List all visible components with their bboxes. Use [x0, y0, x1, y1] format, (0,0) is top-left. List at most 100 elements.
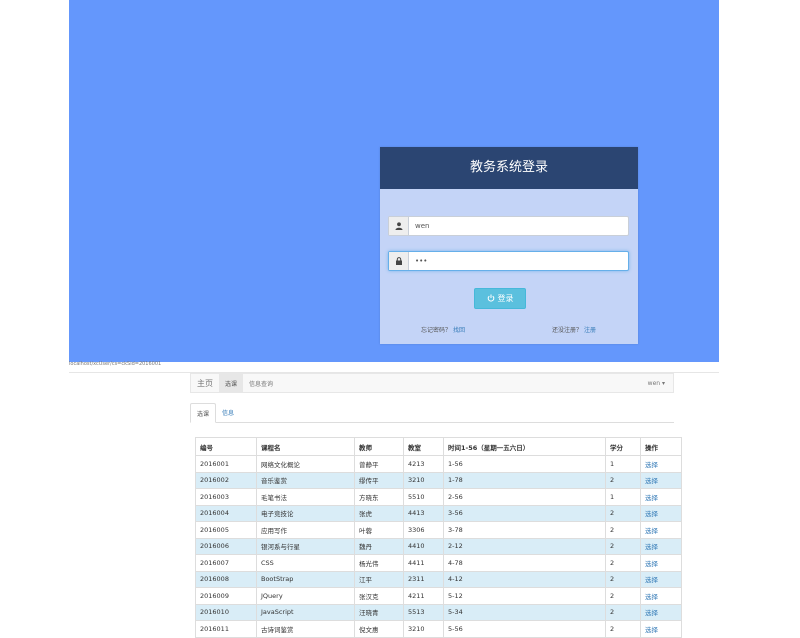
- select-link[interactable]: 选择: [640, 537, 682, 555]
- cell-course: 电子竞技论: [256, 504, 355, 522]
- cell-id: 2016008: [195, 570, 257, 588]
- login-title: 教务系统登录: [380, 147, 638, 189]
- cell-room: 4211: [403, 587, 444, 605]
- cell-teacher: 缪传平: [354, 471, 404, 489]
- header-credit: 学分: [605, 437, 641, 456]
- forgot-label: 忘记密码？: [421, 327, 452, 334]
- header-id: 编号: [195, 437, 257, 456]
- cell-teacher: 叶蓉: [354, 521, 404, 539]
- login-button-label: 登录: [497, 294, 514, 303]
- user-menu[interactable]: wen ▾: [648, 380, 673, 387]
- tab-bar: 选课 信息: [190, 403, 674, 423]
- cell-teacher: 张汉克: [354, 587, 404, 605]
- cell-credit: 2: [605, 537, 641, 555]
- header-room: 教室: [403, 437, 444, 456]
- cell-id: 2016002: [195, 471, 257, 489]
- power-icon: [487, 294, 495, 304]
- cell-room: 3210: [403, 620, 444, 638]
- tab-info[interactable]: 信息: [216, 403, 240, 421]
- nav-item-info-query[interactable]: 信息查询: [243, 374, 279, 392]
- cell-room: 5513: [403, 603, 444, 621]
- login-screen: 教务系统登录 登录 忘记密码？ 找回 还没注册？ 注册: [69, 0, 719, 362]
- cell-credit: 1: [605, 488, 641, 506]
- select-link[interactable]: 选择: [640, 554, 682, 572]
- cell-time: 1-56: [443, 455, 606, 473]
- cell-credit: 2: [605, 620, 641, 638]
- cell-course: JavaScript: [256, 603, 355, 621]
- select-link[interactable]: 选择: [640, 620, 682, 638]
- cell-teacher: 魏丹: [354, 537, 404, 555]
- select-link[interactable]: 选择: [640, 570, 682, 588]
- select-link[interactable]: 选择: [640, 521, 682, 539]
- register-link[interactable]: 注册: [584, 327, 596, 334]
- table-row: 2016004 电子竞技论 张虎 4413 3-56 2 选择: [195, 504, 682, 522]
- cell-room: 3306: [403, 521, 444, 539]
- tab-course-select[interactable]: 选课: [190, 403, 217, 423]
- login-button[interactable]: 登录: [474, 288, 526, 309]
- table-header-row: 编号 课程名 教师 教室 时间1-56（星期一五六日） 学分 操作: [195, 437, 682, 456]
- cell-room: 4213: [403, 455, 444, 473]
- nav-item-course-select[interactable]: 选课: [219, 374, 244, 392]
- cell-room: 4411: [403, 554, 444, 572]
- cell-teacher: 杨光伟: [354, 554, 404, 572]
- select-link[interactable]: 选择: [640, 504, 682, 522]
- cell-room: 4410: [403, 537, 444, 555]
- navbar-brand[interactable]: 主页: [191, 378, 219, 389]
- table-row: 2016007 CSS 杨光伟 4411 4-78 2 选择: [195, 554, 682, 572]
- user-icon: [389, 217, 409, 235]
- cell-room: 3210: [403, 471, 444, 489]
- cell-teacher: 方晓东: [354, 488, 404, 506]
- cell-time: 4-78: [443, 554, 606, 572]
- cell-course: 古诗词鉴赏: [256, 620, 355, 638]
- username-field[interactable]: [388, 216, 629, 236]
- cell-time: 3-78: [443, 521, 606, 539]
- cell-course: CSS: [256, 554, 355, 572]
- table-row: 2016005 应用写作 叶蓉 3306 3-78 2 选择: [195, 521, 682, 539]
- select-link[interactable]: 选择: [640, 455, 682, 473]
- table-row: 2016010 JavaScript 汪晓青 5513 5-34 2 选择: [195, 603, 682, 621]
- cell-time: 5-56: [443, 620, 606, 638]
- cell-id: 2016004: [195, 504, 257, 522]
- login-panel: 教务系统登录 登录 忘记密码？ 找回 还没注册？ 注册: [380, 147, 638, 344]
- cell-course: 应用写作: [256, 521, 355, 539]
- url-text: localhost/xcUser/cs=ckSid=2016001: [69, 361, 162, 367]
- cell-time: 4-12: [443, 570, 606, 588]
- select-link[interactable]: 选择: [640, 603, 682, 621]
- cell-course: 银河系与行星: [256, 537, 355, 555]
- cell-teacher: 汪晓青: [354, 603, 404, 621]
- cell-course: BootStrap: [256, 570, 355, 588]
- cell-time: 1-78: [443, 471, 606, 489]
- cell-credit: 2: [605, 570, 641, 588]
- course-table: 编号 课程名 教师 教室 时间1-56（星期一五六日） 学分 操作 201600…: [195, 437, 682, 638]
- cell-time: 5-34: [443, 603, 606, 621]
- table-row: 2016006 银河系与行星 魏丹 4410 2-12 2 选择: [195, 537, 682, 555]
- cell-id: 2016006: [195, 537, 257, 555]
- lock-icon: [389, 252, 409, 270]
- select-link[interactable]: 选择: [640, 587, 682, 605]
- cell-time: 5-12: [443, 587, 606, 605]
- cell-time: 2-12: [443, 537, 606, 555]
- header-teacher: 教师: [354, 437, 404, 456]
- cell-id: 2016011: [195, 620, 257, 638]
- username-input[interactable]: [409, 216, 628, 236]
- cell-id: 2016003: [195, 488, 257, 506]
- table-row: 2016011 古诗词鉴赏 倪文惠 3210 5-56 2 选择: [195, 620, 682, 638]
- cell-course: 音乐鉴赏: [256, 471, 355, 489]
- cell-credit: 2: [605, 471, 641, 489]
- cell-teacher: 倪文惠: [354, 620, 404, 638]
- select-link[interactable]: 选择: [640, 471, 682, 489]
- select-link[interactable]: 选择: [640, 488, 682, 506]
- cell-course: JQuery: [256, 587, 355, 605]
- cell-course: 毛笔书法: [256, 488, 355, 506]
- header-course: 课程名: [256, 437, 355, 456]
- cell-id: 2016005: [195, 521, 257, 539]
- cell-credit: 2: [605, 504, 641, 522]
- header-action: 操作: [640, 437, 682, 456]
- forgot-link[interactable]: 找回: [453, 327, 465, 334]
- password-field[interactable]: [388, 251, 629, 271]
- cell-time: 3-56: [443, 504, 606, 522]
- cell-room: 5510: [403, 488, 444, 506]
- password-input[interactable]: [409, 251, 628, 271]
- cell-room: 4413: [403, 504, 444, 522]
- header-time: 时间1-56（星期一五六日）: [443, 437, 606, 456]
